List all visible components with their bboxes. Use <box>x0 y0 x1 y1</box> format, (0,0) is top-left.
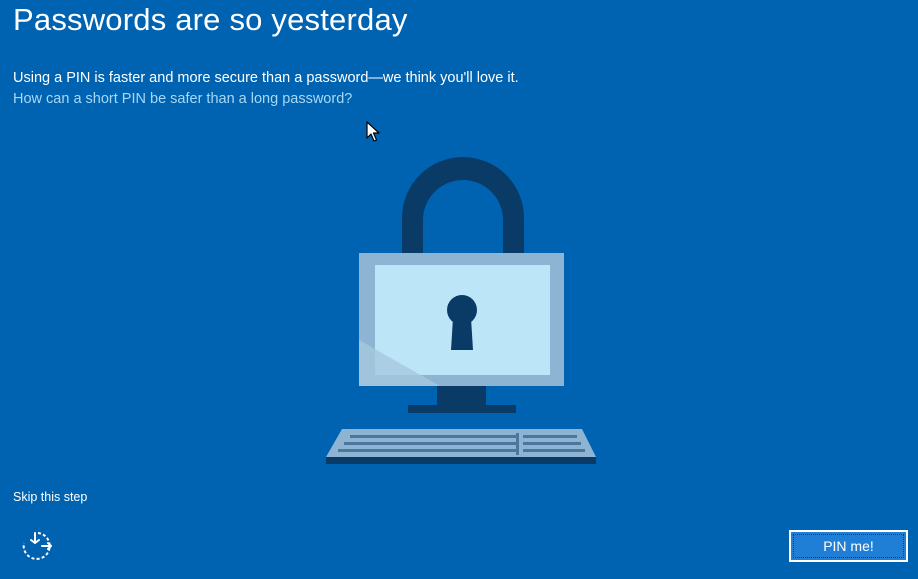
page-title: Passwords are so yesterday <box>13 2 408 37</box>
page-description: Using a PIN is faster and more secure th… <box>13 70 519 86</box>
monitor-base <box>408 405 516 413</box>
ease-of-access-icon[interactable] <box>18 529 54 563</box>
padlock-shackle <box>402 157 524 254</box>
keyboard <box>326 429 596 464</box>
pin-safety-help-link[interactable]: How can a short PIN be safer than a long… <box>13 90 352 108</box>
monitor-stand <box>437 386 486 405</box>
mouse-pointer-icon <box>366 121 380 142</box>
skip-this-step-link[interactable]: Skip this step <box>13 489 87 505</box>
pin-me-button[interactable]: PIN me! <box>789 530 908 562</box>
lock-computer-illustration <box>326 157 596 464</box>
pin-setup-page: Passwords are so yesterday Using a PIN i… <box>0 0 918 579</box>
